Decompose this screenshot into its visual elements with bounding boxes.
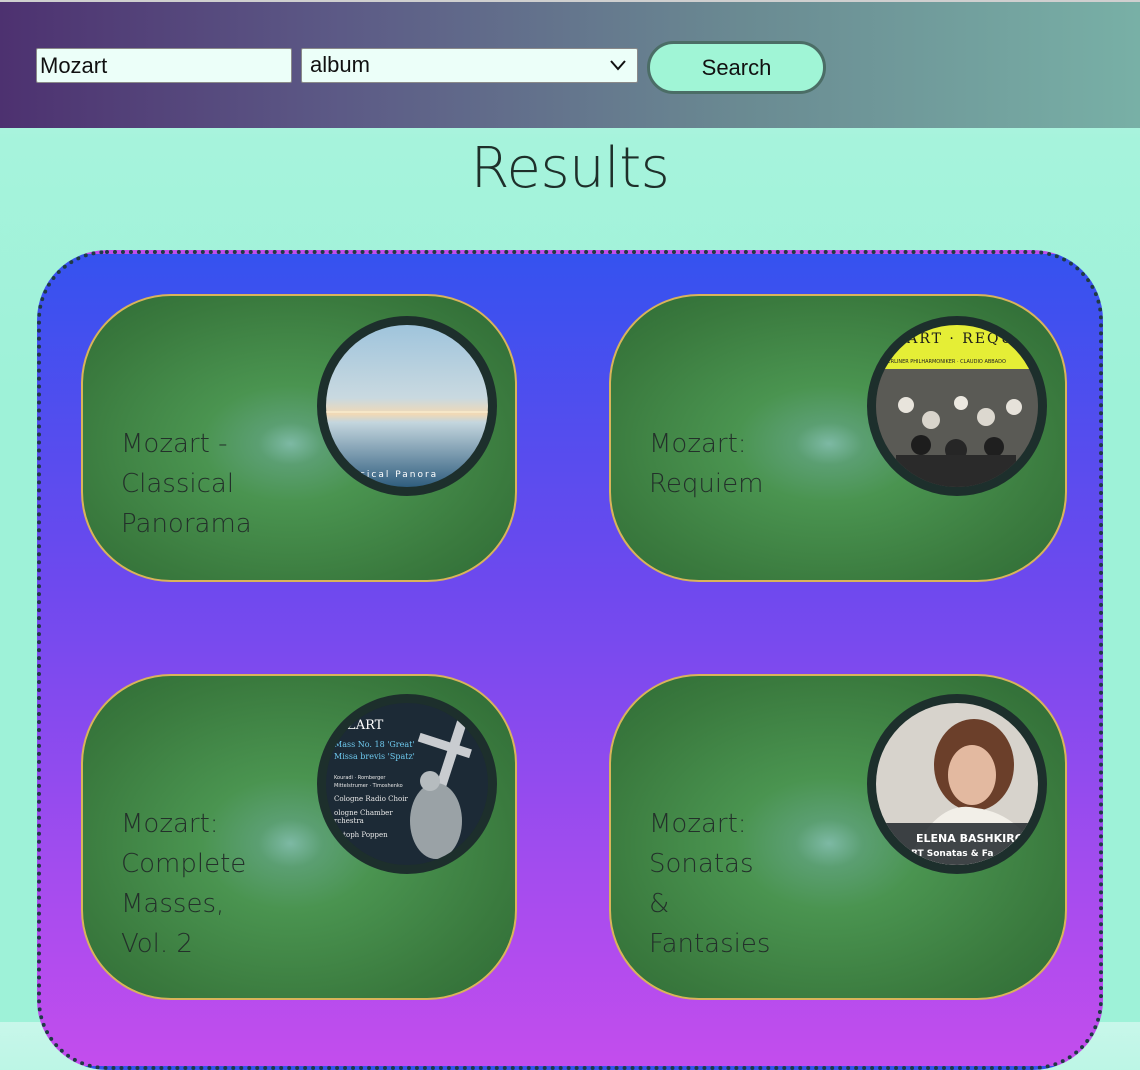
result-title: Mozart - Classical Panorama <box>121 429 252 539</box>
svg-text:ART Sonatas & Fa: ART Sonatas & Fa <box>904 849 993 859</box>
svg-text:OZART: OZART <box>336 718 384 733</box>
svg-text:ologne Chamber: ologne Chamber <box>334 809 393 817</box>
search-type-value: album <box>310 52 370 77</box>
album-art[interactable]: OZART Mass No. 18 'Great' Missa brevis '… <box>317 694 497 874</box>
svg-text:Cologne Radio Choir: Cologne Radio Choir <box>334 795 408 803</box>
page-title: Results <box>470 136 670 201</box>
result-card[interactable]: Mozart: Complete Masses, Vol. 2 OZART Ma… <box>81 674 517 1000</box>
svg-text:BERLINER PHILHARMONIKER · CLAU: BERLINER PHILHARMONIKER · CLAUDIO ABBADO <box>884 359 1006 365</box>
svg-text:Missa brevis 'Spatz': Missa brevis 'Spatz' <box>334 752 415 761</box>
search-type-select[interactable]: album <box>301 48 638 83</box>
search-header: album Search <box>0 2 1140 128</box>
svg-text:rchestra: rchestra <box>334 817 364 825</box>
result-card[interactable]: Mozart: Requiem OZART · REQUIE BERLINER … <box>609 294 1067 582</box>
album-art-image: OZART · REQUIE BERLINER PHILHARMONIKER ·… <box>876 325 1038 487</box>
chevron-down-icon <box>610 60 626 71</box>
result-card[interactable]: Mozart - Classical Panorama assical Pano… <box>81 294 517 582</box>
svg-text:Mittelstrumer · Timoshenko: Mittelstrumer · Timoshenko <box>334 783 403 789</box>
svg-text:assical Panora: assical Panora <box>346 470 438 480</box>
album-art[interactable]: OZART · REQUIE BERLINER PHILHARMONIKER ·… <box>867 316 1047 496</box>
album-art[interactable]: ELENA BASHKIRO ART Sonatas & Fa <box>867 694 1047 874</box>
svg-text:ELENA BASHKIRO: ELENA BASHKIRO <box>916 832 1024 845</box>
svg-text:Mass No. 18 'Great': Mass No. 18 'Great' <box>334 740 415 749</box>
result-card[interactable]: Mozart: Sonatas & Fantasies ELENA BASHKI… <box>609 674 1067 1000</box>
album-art-image: ELENA BASHKIRO ART Sonatas & Fa <box>876 703 1038 865</box>
svg-text:ristoph Poppen: ristoph Poppen <box>334 831 388 839</box>
search-button[interactable]: Search <box>647 41 826 94</box>
results-panel: Mozart - Classical Panorama assical Pano… <box>37 250 1103 1070</box>
result-title: Mozart: Sonatas & Fantasies <box>649 809 771 959</box>
album-art-image: assical Panora <box>326 325 488 487</box>
result-title: Mozart: Requiem <box>649 429 764 499</box>
svg-text:OZART · REQUIE: OZART · REQUIE <box>882 331 1034 347</box>
svg-text:Kouradi · Romberger: Kouradi · Romberger <box>334 775 386 781</box>
result-title: Mozart: Complete Masses, Vol. 2 <box>121 809 247 959</box>
album-art-image: OZART Mass No. 18 'Great' Missa brevis '… <box>326 703 488 865</box>
search-input[interactable] <box>36 48 292 83</box>
album-art[interactable]: assical Panora <box>317 316 497 496</box>
